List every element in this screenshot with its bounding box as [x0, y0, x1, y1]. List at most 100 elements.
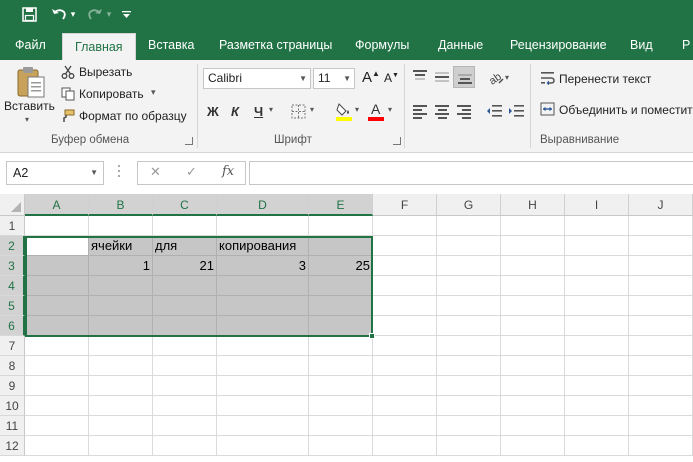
copy-dropdown-icon[interactable]: ▾: [151, 87, 156, 98]
cell-d4[interactable]: [217, 276, 309, 296]
row-header-10[interactable]: 10: [0, 396, 25, 416]
row-header-11[interactable]: 11: [0, 416, 25, 436]
cell-i11[interactable]: [565, 416, 629, 436]
cell-e12[interactable]: [309, 436, 373, 456]
save-icon[interactable]: [18, 3, 40, 25]
row-header-12[interactable]: 12: [0, 436, 25, 456]
cell-h10[interactable]: [501, 396, 565, 416]
underline-dropdown-icon[interactable]: ▾: [269, 105, 273, 114]
cell-c10[interactable]: [153, 396, 217, 416]
cell-e3[interactable]: 25: [309, 256, 373, 276]
cell-f12[interactable]: [373, 436, 437, 456]
column-header-g[interactable]: G: [437, 194, 501, 216]
cell-e7[interactable]: [309, 336, 373, 356]
row-header-1[interactable]: 1: [0, 216, 25, 236]
cell-d5[interactable]: [217, 296, 309, 316]
increase-indent-icon[interactable]: [507, 102, 525, 120]
tab-data[interactable]: Данные: [438, 30, 483, 60]
column-header-e[interactable]: E: [309, 194, 373, 216]
cell-f3[interactable]: [373, 256, 437, 276]
copy-button[interactable]: Копировать: [79, 87, 144, 101]
fill-color-icon[interactable]: [334, 100, 354, 122]
cell-e6[interactable]: [309, 316, 373, 336]
column-header-h[interactable]: H: [501, 194, 565, 216]
fill-color-dropdown-icon[interactable]: ▾: [355, 105, 359, 114]
cell-i10[interactable]: [565, 396, 629, 416]
cell-g1[interactable]: [437, 216, 501, 236]
tab-review[interactable]: Рецензирование: [510, 30, 607, 60]
align-right-icon[interactable]: [457, 105, 471, 119]
font-size-select[interactable]: 11 ▼: [313, 68, 355, 89]
row-header-3[interactable]: 3: [0, 256, 25, 276]
cell-d12[interactable]: [217, 436, 309, 456]
decrease-indent-icon[interactable]: [485, 102, 503, 120]
cell-e10[interactable]: [309, 396, 373, 416]
cell-a3[interactable]: [25, 256, 89, 276]
cell-j6[interactable]: [629, 316, 693, 336]
cell-h5[interactable]: [501, 296, 565, 316]
cell-i2[interactable]: [565, 236, 629, 256]
cell-a11[interactable]: [25, 416, 89, 436]
cell-i8[interactable]: [565, 356, 629, 376]
column-header-j[interactable]: J: [629, 194, 693, 216]
cell-b10[interactable]: [89, 396, 153, 416]
cell-j7[interactable]: [629, 336, 693, 356]
cell-e2[interactable]: [309, 236, 373, 256]
column-header-d[interactable]: D: [217, 194, 309, 216]
cell-h9[interactable]: [501, 376, 565, 396]
paste-dropdown-icon[interactable]: ▾: [25, 115, 29, 124]
insert-function-icon[interactable]: fx: [222, 164, 234, 179]
cell-c12[interactable]: [153, 436, 217, 456]
row-header-2[interactable]: 2: [0, 236, 25, 256]
cell-i12[interactable]: [565, 436, 629, 456]
cell-a9[interactable]: [25, 376, 89, 396]
cell-d6[interactable]: [217, 316, 309, 336]
cell-c11[interactable]: [153, 416, 217, 436]
cell-f8[interactable]: [373, 356, 437, 376]
cell-a5[interactable]: [25, 296, 89, 316]
cut-icon[interactable]: [60, 64, 76, 80]
cell-j1[interactable]: [629, 216, 693, 236]
cell-f7[interactable]: [373, 336, 437, 356]
row-header-7[interactable]: 7: [0, 336, 25, 356]
cell-d11[interactable]: [217, 416, 309, 436]
font-launcher-icon[interactable]: [393, 137, 401, 145]
cell-h11[interactable]: [501, 416, 565, 436]
cell-b1[interactable]: [89, 216, 153, 236]
cell-j8[interactable]: [629, 356, 693, 376]
undo-dropdown-icon[interactable]: ▾: [68, 3, 78, 25]
cell-d2[interactable]: копирования: [217, 236, 309, 256]
cell-f10[interactable]: [373, 396, 437, 416]
cell-h2[interactable]: [501, 236, 565, 256]
cell-a4[interactable]: [25, 276, 89, 296]
paste-button[interactable]: Вставить: [4, 99, 55, 113]
cancel-icon[interactable]: ✕: [150, 164, 161, 180]
cell-c7[interactable]: [153, 336, 217, 356]
column-header-f[interactable]: F: [373, 194, 437, 216]
format-painter-icon[interactable]: [60, 108, 76, 124]
borders-icon[interactable]: [288, 101, 308, 121]
cut-button[interactable]: Вырезать: [79, 65, 132, 79]
align-center-icon[interactable]: [435, 105, 449, 119]
cell-b3[interactable]: 1: [89, 256, 153, 276]
select-all-button[interactable]: [0, 194, 25, 216]
cell-b12[interactable]: [89, 436, 153, 456]
undo-icon[interactable]: [48, 3, 70, 25]
cell-f11[interactable]: [373, 416, 437, 436]
cell-b8[interactable]: [89, 356, 153, 376]
format-painter-button[interactable]: Формат по образцу: [79, 109, 187, 123]
cell-e1[interactable]: [309, 216, 373, 236]
cell-a12[interactable]: [25, 436, 89, 456]
align-bottom-button[interactable]: [453, 66, 475, 88]
cell-h8[interactable]: [501, 356, 565, 376]
cell-a1[interactable]: [25, 216, 89, 236]
cell-d9[interactable]: [217, 376, 309, 396]
italic-button[interactable]: К: [231, 100, 239, 122]
cell-e4[interactable]: [309, 276, 373, 296]
cell-j4[interactable]: [629, 276, 693, 296]
tab-insert[interactable]: Вставка: [148, 30, 194, 60]
cell-i6[interactable]: [565, 316, 629, 336]
copy-icon[interactable]: [60, 86, 76, 102]
formula-input[interactable]: [249, 161, 693, 185]
tab-formulas[interactable]: Формулы: [355, 30, 409, 60]
